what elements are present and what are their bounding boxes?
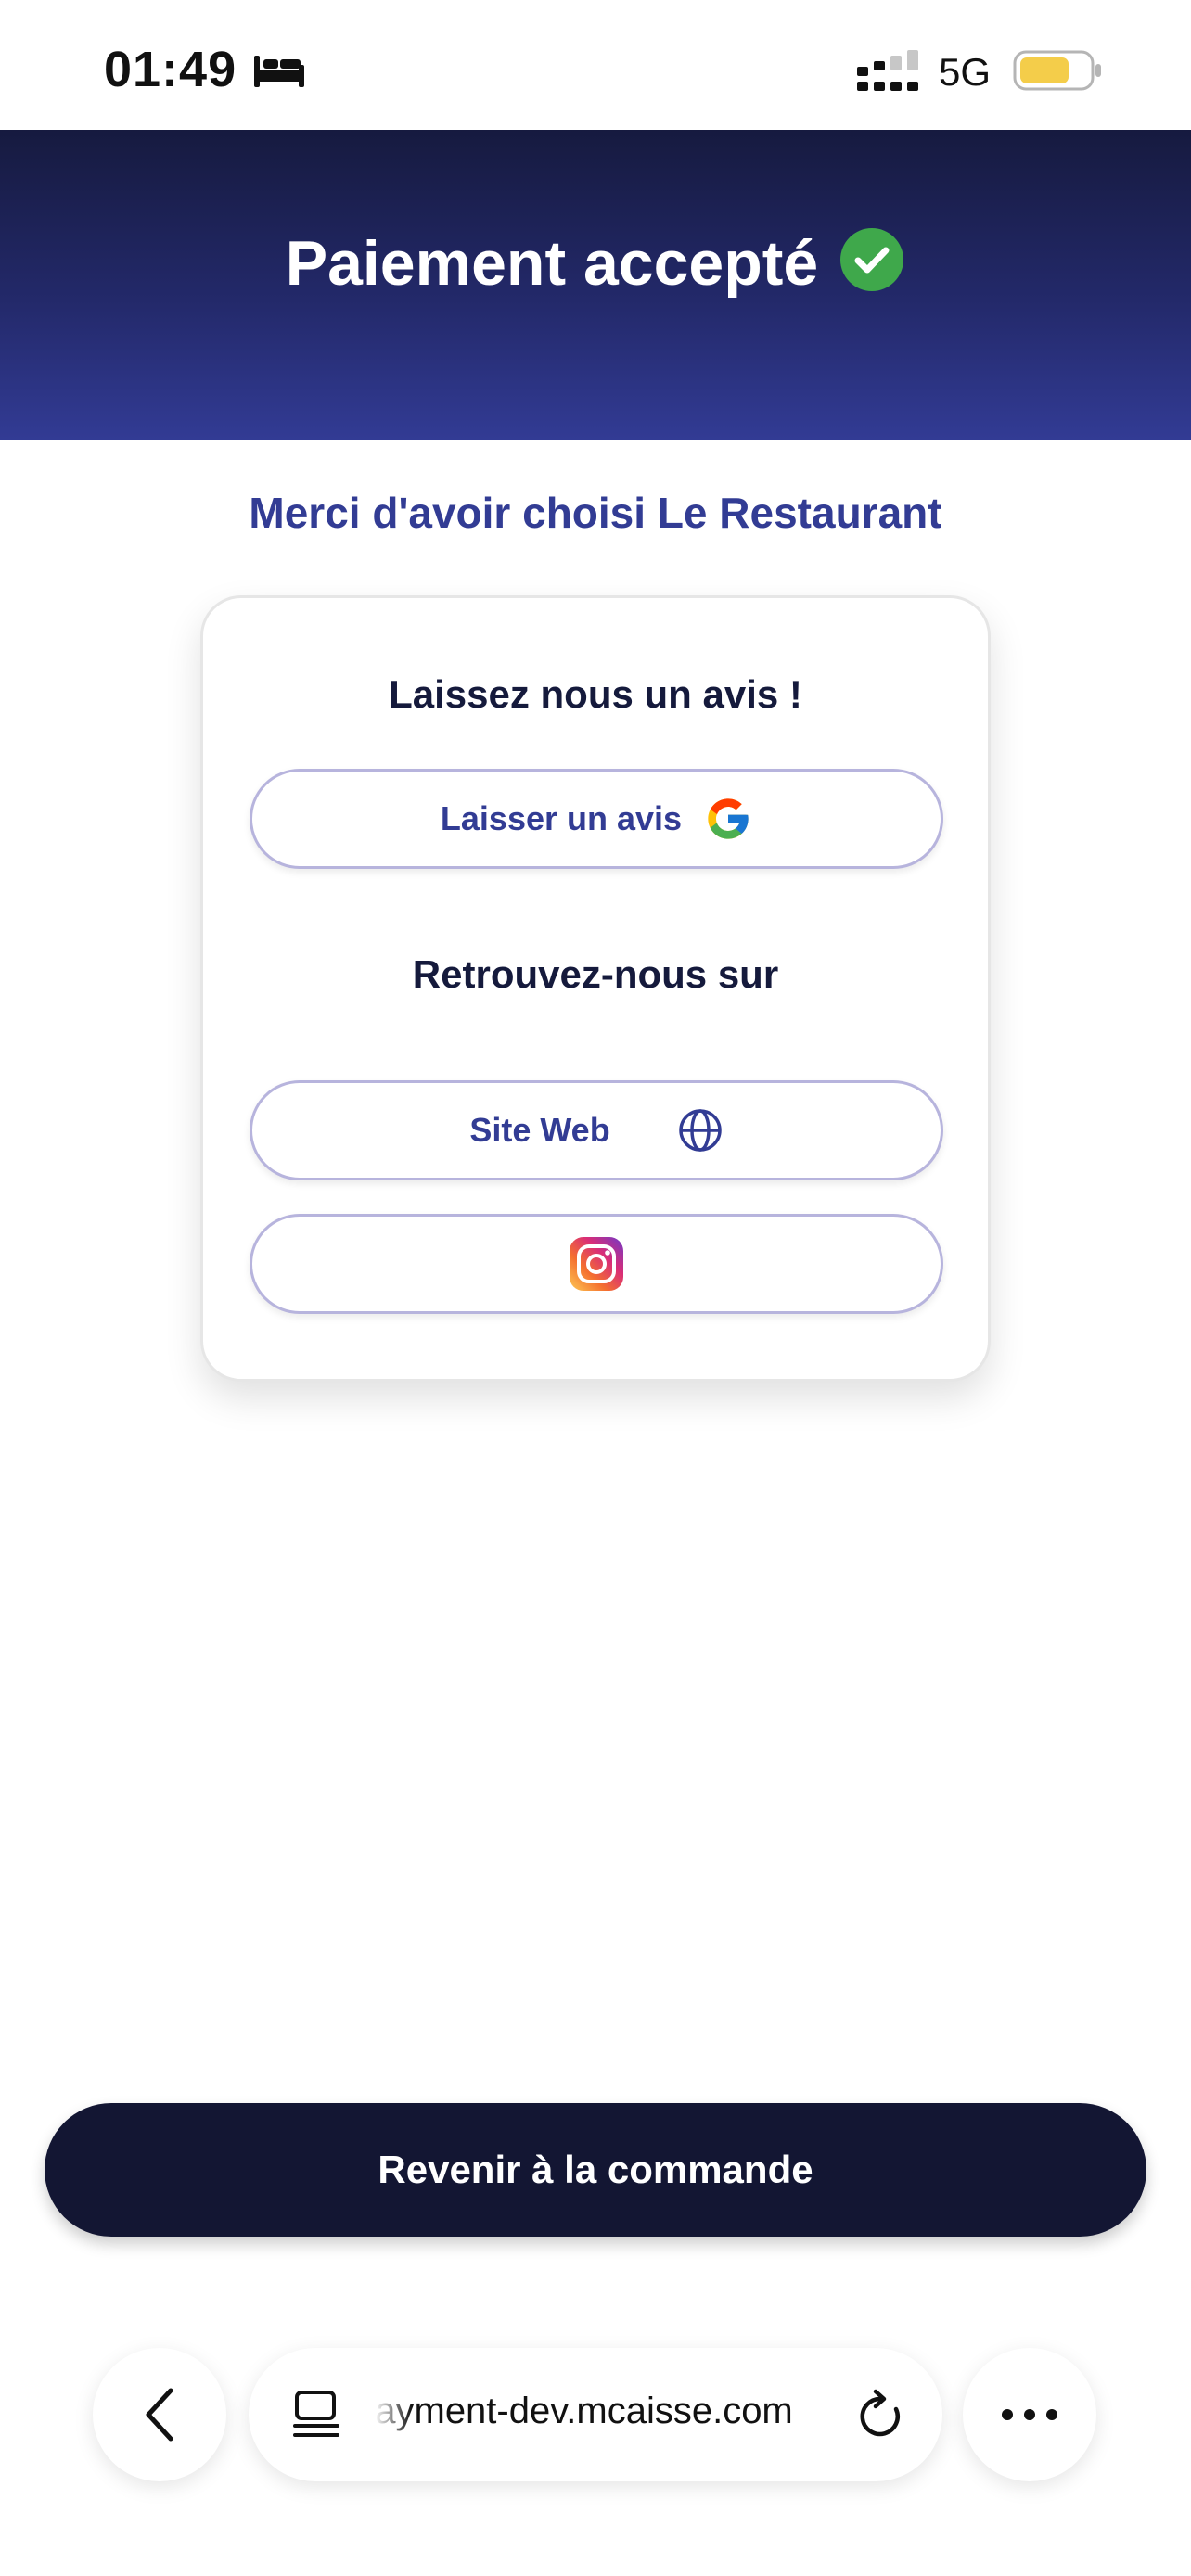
status-bar: 01:49 5G <box>0 0 1191 130</box>
tabs-icon[interactable] <box>291 2389 341 2441</box>
browser-toolbar: payment-dev.mcaisse.com <box>0 2327 1191 2576</box>
back-icon <box>146 2388 173 2442</box>
google-icon <box>708 798 749 839</box>
return-to-order-button[interactable]: Revenir à la commande <box>45 2103 1146 2237</box>
page-title: Paiement accepté <box>0 223 1191 300</box>
instagram-icon <box>570 1237 623 1291</box>
google-review-label: Laisser un avis <box>440 799 683 837</box>
signal-icon <box>857 50 918 91</box>
url-value: payment-dev.mcaisse.com <box>375 2391 793 2431</box>
website-label: Site Web <box>469 1111 610 1149</box>
header-banner: Paiement accepté <box>0 130 1191 440</box>
review-heading: Laissez nous un avis ! <box>389 672 802 716</box>
url-fade <box>375 2385 412 2444</box>
review-card: Laissez nous un avis ! Laisser un avis R… <box>200 595 991 1382</box>
check-circle-icon <box>840 228 904 292</box>
bed-icon <box>254 56 304 87</box>
battery-icon <box>1013 50 1101 91</box>
browser-more-button[interactable] <box>963 2348 1096 2481</box>
instagram-button[interactable] <box>250 1214 943 1314</box>
social-heading: Retrouvez-nous sur <box>412 952 779 996</box>
browser-back-button[interactable] <box>93 2348 226 2481</box>
more-icon <box>1002 2409 1057 2420</box>
status-time: 01:49 <box>104 42 237 97</box>
website-button[interactable]: Site Web <box>250 1080 943 1180</box>
return-to-order-label: Revenir à la commande <box>378 2148 813 2191</box>
payment-confirmation-page: 01:49 5G Paiement accepté Merci d'avoir … <box>0 0 1191 2576</box>
network-label: 5G <box>939 50 992 94</box>
page-title-text: Paiement accepté <box>285 228 819 300</box>
thank-you-message: Merci d'avoir choisi Le Restaurant <box>249 489 942 537</box>
url-text: payment-dev.mcaisse.com <box>375 2391 839 2441</box>
globe-icon <box>678 1109 722 1152</box>
address-bar[interactable]: payment-dev.mcaisse.com <box>249 2348 942 2481</box>
reload-icon[interactable] <box>855 2389 907 2442</box>
google-review-button[interactable]: Laisser un avis <box>250 769 943 869</box>
